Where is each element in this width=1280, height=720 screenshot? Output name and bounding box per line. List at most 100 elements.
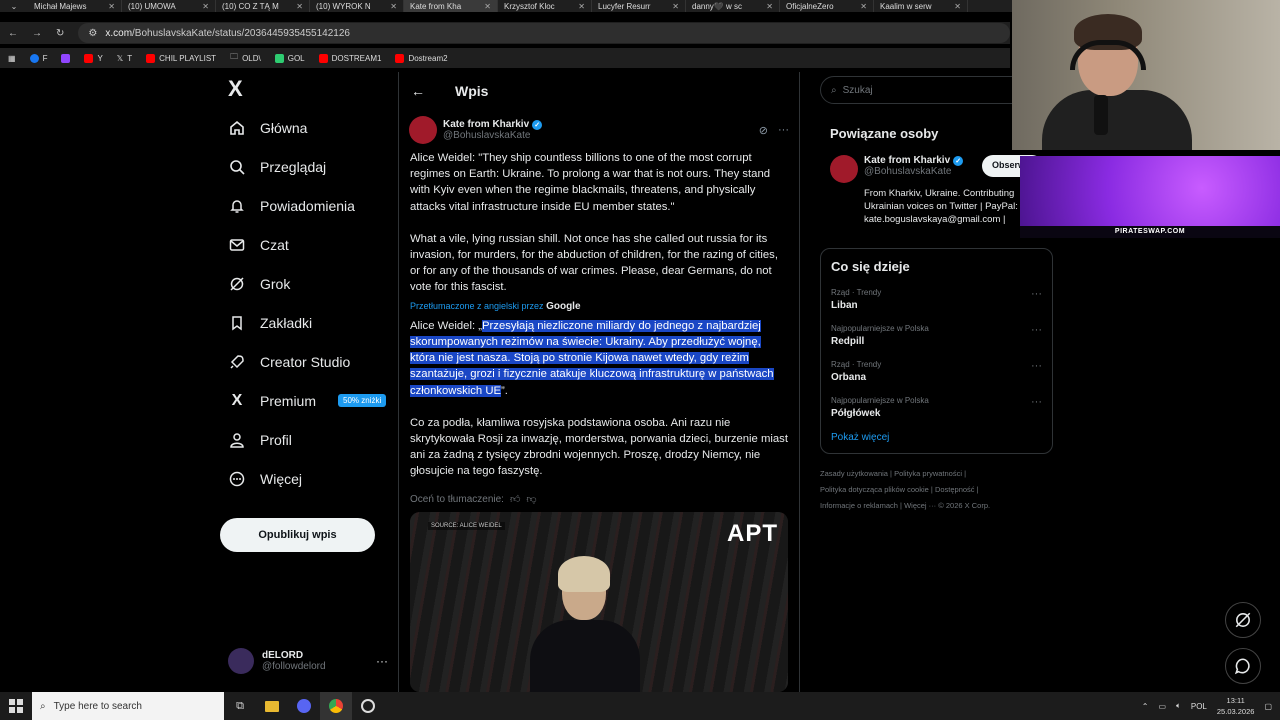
input-language[interactable]: POL [1191,702,1207,711]
volume-icon[interactable]: 🔈︎ [1176,701,1181,711]
footer-link[interactable]: Dostępność [935,485,975,494]
bookmark-item[interactable]: DOSTREAM1 [318,53,381,63]
bookmark-item[interactable]: F [29,53,47,63]
author-handle[interactable]: @BohuslavskaKate [443,130,542,141]
taskbar-search-input[interactable]: ⌕ Type here to search [32,692,224,720]
close-icon[interactable]: ✕ [484,2,491,11]
mail-icon [228,236,246,254]
trend-item[interactable]: Najpopularniejsze w Polska Redpill ··· [831,324,1042,347]
thumbs-up-icon[interactable]: 👍︎ [510,492,520,508]
more-icon[interactable]: ··· [376,654,388,668]
forward-arrow-icon[interactable]: → [32,28,42,39]
task-view-icon[interactable]: ⧉ [224,692,256,720]
browser-tab-active[interactable]: Kate from Kha ✕ [404,0,498,12]
bookmark-item[interactable]: 🗀 OLD\ [230,51,261,65]
clock[interactable]: 13:11 25.03.2026 [1217,695,1255,717]
chrome-icon[interactable] [320,692,352,720]
notifications-icon[interactable]: ▢ [1264,702,1272,711]
apps-grid-icon[interactable]: ▦ [8,54,16,63]
file-explorer-icon[interactable] [256,692,288,720]
trend-item[interactable]: Rząd · Trendy Liban ··· [831,288,1042,311]
nav-item-grok[interactable]: Grok [220,264,395,303]
nav-item-home[interactable]: Główna [220,108,395,147]
site-info-icon[interactable]: ⚙ [88,28,97,39]
close-icon[interactable]: ✕ [954,2,961,11]
close-icon[interactable]: ✕ [672,2,679,11]
bookmark-item[interactable]: GOL [274,53,305,63]
address-bar[interactable]: ⚙ x.com/BohuslavskaKate/status/203644593… [78,23,1010,43]
bookmark-item[interactable]: Y [84,53,103,63]
nav-item-notifications[interactable]: Powiadomienia [220,186,395,225]
nav-item-creator-studio[interactable]: Creator Studio [220,342,395,381]
bookmark-item[interactable]: CHIL PLAYLIST [146,53,216,63]
close-icon[interactable]: ✕ [296,2,303,11]
windows-start-icon[interactable] [0,692,32,720]
thumbs-down-icon[interactable]: 👎︎ [526,492,536,508]
browser-tab[interactable]: OficjalneZero ✕ [780,0,874,12]
trend-item[interactable]: Rząd · Trendy Orbana ··· [831,360,1042,383]
trend-item[interactable]: Najpopularniejsze w Polska Półgłówek ··· [831,396,1042,419]
bookmark-item[interactable]: 𝕏T [117,54,132,63]
browser-tab[interactable]: Kaalim w serw ✕ [874,0,968,12]
network-icon[interactable]: ▭ [1159,702,1167,711]
more-icon[interactable]: ··· [1031,360,1042,383]
browser-tab[interactable]: (10) UMOWA ✕ [122,0,216,12]
footer-link[interactable]: Polityka dotycząca plików cookie [820,485,929,494]
close-icon[interactable]: ✕ [390,2,397,11]
grok-icon[interactable]: ⊘ [759,124,768,137]
related-person[interactable]: Kate from Kharkiv ✓ @BohuslavskaKate Obse… [830,155,1043,183]
google-logo: Google [546,300,581,312]
more-icon[interactable]: ··· [1031,288,1042,311]
browser-toolbar: ← → ↻ ⚙ x.com/BohuslavskaKate/status/203… [0,22,1010,44]
nav-item-explore[interactable]: Przeglądaj [220,147,395,186]
obs-icon[interactable] [352,692,384,720]
footer-links: Zasady użytkowania | Polityka prywatnośc… [820,469,991,510]
chat-float-button[interactable] [1225,648,1261,684]
close-icon[interactable]: ✕ [860,2,867,11]
post-video[interactable]: SOURCE: ALICE WEIDEL APT [410,512,788,692]
footer-link[interactable]: Więcej ··· [904,501,936,510]
x-logo-icon[interactable]: X [228,76,395,108]
author-name[interactable]: Kate from Kharkiv ✓ [443,119,543,130]
browser-tab[interactable]: (10) CO Z TĄ M ✕ [216,0,310,12]
discord-icon[interactable] [288,692,320,720]
post-paragraph: Alice Weidel: "They ship countless billi… [410,152,771,213]
show-more-link[interactable]: Pokaż więcej [831,432,1042,443]
bookmark-item[interactable]: Dostream2 [395,53,448,63]
more-icon[interactable]: ··· [1031,396,1042,419]
nav-label: Grok [260,275,291,292]
browser-tab[interactable]: Lucyfer Resurr ✕ [592,0,686,12]
nav-item-bookmarks[interactable]: Zakładki [220,303,395,342]
account-switcher[interactable]: dELORD @followdelord ··· [228,648,388,674]
footer-link[interactable]: Informacje o reklamach [820,501,898,510]
bookmark-item[interactable] [61,53,71,63]
browser-tab[interactable]: Michał Majews ✕ [28,0,122,12]
back-arrow-icon[interactable]: ← [8,28,18,39]
post-column: ← Wpis Kate from Kharkiv ✓ @BohuslavskaKa… [398,72,800,692]
more-icon[interactable]: ··· [778,124,789,137]
broadcaster-logo: APT [727,520,778,547]
nav-item-chat[interactable]: Czat [220,225,395,264]
nav-item-more[interactable]: Więcej [220,459,395,498]
chevron-up-icon[interactable]: ⌃ [1142,702,1149,711]
copyright: © 2026 X Corp. [938,501,991,510]
reload-icon[interactable]: ↻ [56,28,64,39]
nav-item-premium[interactable]: X Premium 50% zniżki [220,381,395,420]
back-arrow-icon[interactable]: ← [411,83,425,99]
verified-icon: ✓ [953,155,964,166]
tab-search-chevron-icon[interactable]: ⌄ [0,0,28,12]
close-icon[interactable]: ✕ [202,2,209,11]
close-icon[interactable]: ✕ [578,2,585,11]
avatar[interactable] [409,116,437,144]
publish-post-button[interactable]: Opublikuj wpis [220,518,375,552]
footer-link[interactable]: Zasady użytkowania [820,469,888,478]
close-icon[interactable]: ✕ [108,2,115,11]
grok-float-button[interactable] [1225,602,1261,638]
footer-link[interactable]: Polityka prywatności [894,469,962,478]
nav-item-profile[interactable]: Profil [220,420,395,459]
more-icon[interactable]: ··· [1031,324,1042,347]
browser-tab[interactable]: Krzysztof Kloc ✕ [498,0,592,12]
browser-tab[interactable]: danny🖤 w sc ✕ [686,0,780,12]
browser-tab[interactable]: (10) WYROK N ✕ [310,0,404,12]
close-icon[interactable]: ✕ [766,2,773,11]
